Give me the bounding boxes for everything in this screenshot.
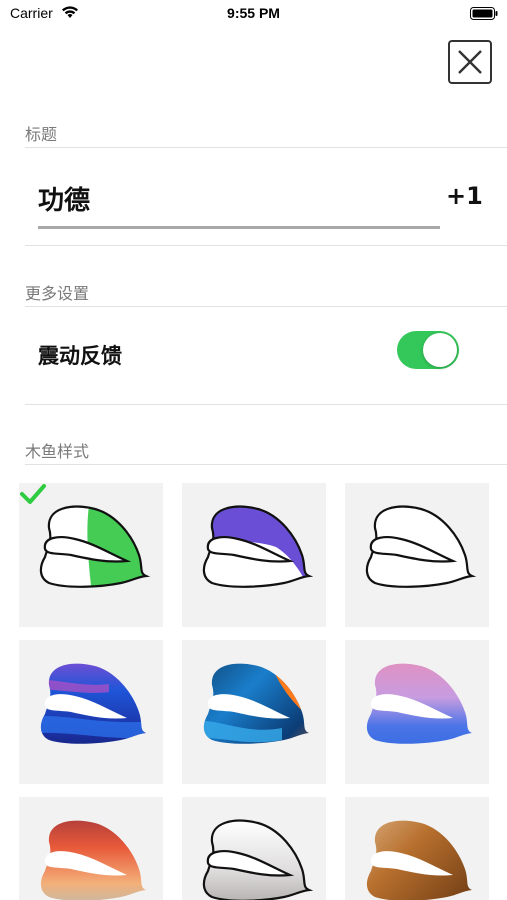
battery-icon <box>470 7 498 20</box>
close-icon <box>458 50 482 74</box>
style-tile-2[interactable] <box>345 483 489 627</box>
title-section-header: 标题 <box>25 125 58 144</box>
orange-blue-wave-fish-icon <box>203 663 309 744</box>
clock: 9:55 PM <box>227 5 280 21</box>
toggle-knob <box>423 333 457 367</box>
style-section-header: 木鱼样式 <box>25 442 90 461</box>
pink-gradient-fish-icon <box>366 663 472 744</box>
status-bar: Carrier 9:55 PM <box>0 0 507 30</box>
divider <box>25 464 507 465</box>
divider <box>25 245 507 246</box>
style-tile-6[interactable] <box>19 797 163 900</box>
style-tile-1[interactable] <box>182 483 326 627</box>
style-tile-8[interactable] <box>345 797 489 900</box>
blue-wave-fish-icon <box>40 663 146 744</box>
more-settings-header: 更多设置 <box>25 284 90 303</box>
style-tile-3[interactable] <box>19 640 163 784</box>
title-underline <box>38 226 440 229</box>
title-input[interactable] <box>38 178 438 218</box>
vibration-label: 震动反馈 <box>38 344 122 368</box>
vibration-toggle[interactable] <box>397 331 459 369</box>
style-tile-5[interactable] <box>345 640 489 784</box>
sunset-gradient-fish-icon <box>40 820 146 900</box>
title-suffix: +1 <box>446 182 483 210</box>
style-tile-7[interactable] <box>182 797 326 900</box>
silver-fish-icon <box>202 819 314 900</box>
style-tile-0[interactable] <box>19 483 163 627</box>
bronze-fish-icon <box>366 820 472 900</box>
divider <box>25 404 507 405</box>
purple-top-fish-icon <box>202 505 314 588</box>
close-button[interactable] <box>448 40 492 84</box>
outline-fish-icon <box>365 505 477 588</box>
divider <box>25 147 507 148</box>
divider <box>25 306 507 307</box>
style-tile-4[interactable] <box>182 640 326 784</box>
selected-check-icon <box>20 484 46 504</box>
